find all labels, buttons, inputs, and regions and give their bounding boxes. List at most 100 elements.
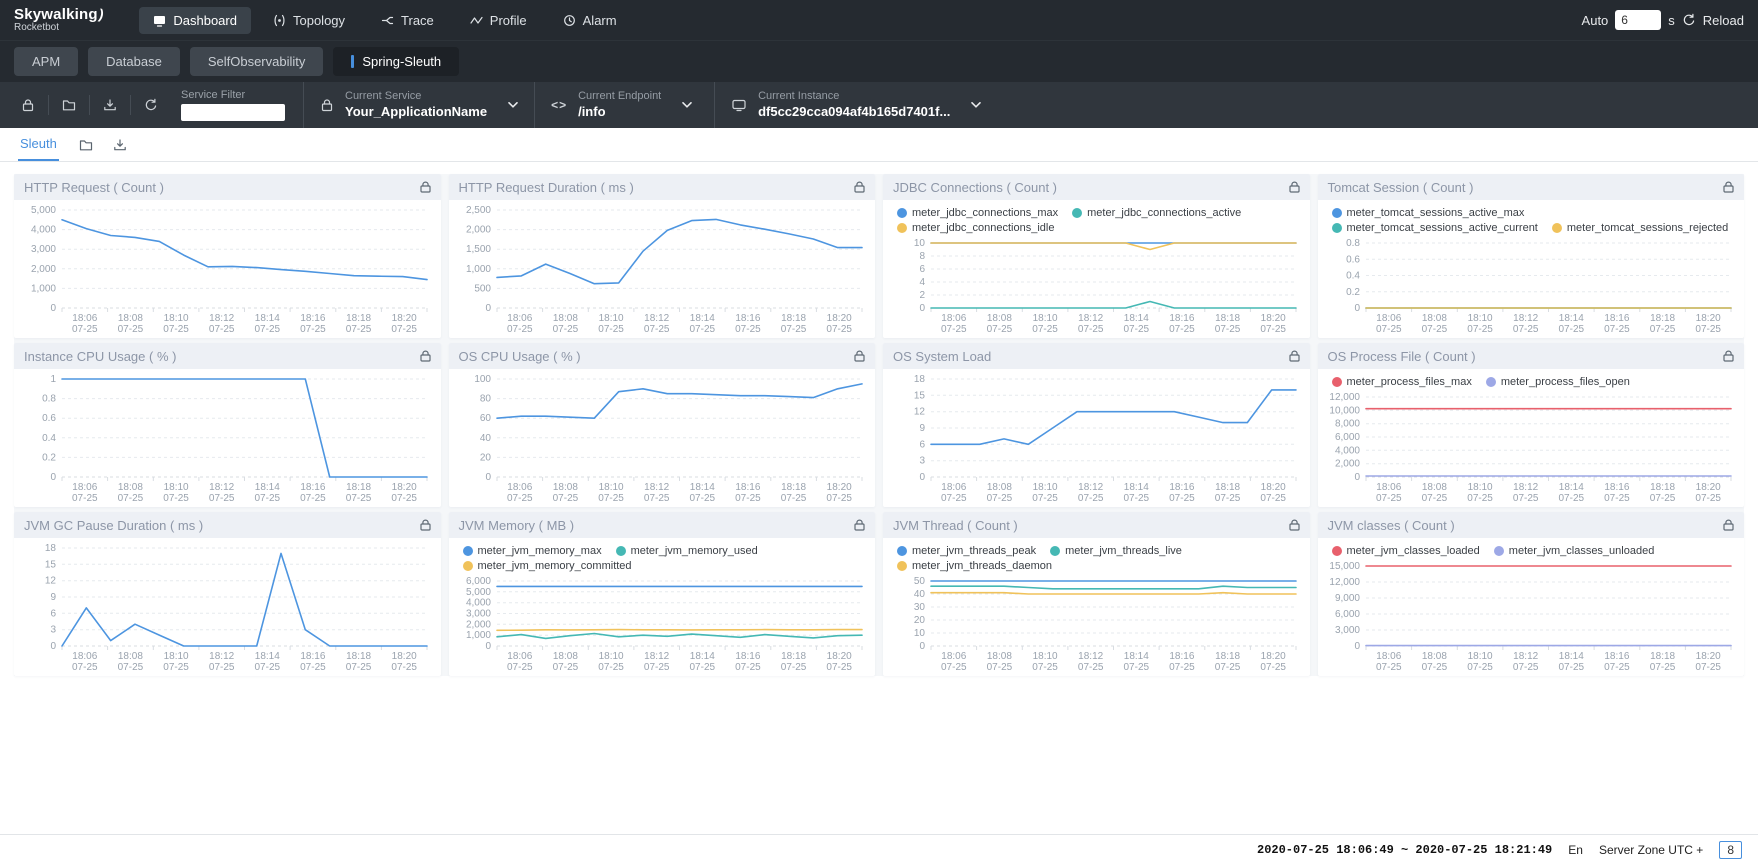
- svg-text:6,000: 6,000: [465, 576, 490, 587]
- chart-body: meter_jvm_memory_max meter_jvm_memory_use…: [449, 538, 876, 676]
- trace-icon: [381, 14, 394, 27]
- legend-item-meter-tomcat-sessions-active-current[interactable]: meter_tomcat_sessions_active_current: [1332, 222, 1538, 234]
- lock-icon[interactable]: [854, 519, 865, 531]
- legend-item-meter-jvm-classes-unloaded[interactable]: meter_jvm_classes_unloaded: [1494, 545, 1655, 557]
- selector-current-endpoint[interactable]: <> Current Endpoint /info: [534, 82, 714, 128]
- lock-icon[interactable]: [854, 350, 865, 362]
- svg-text:07-25: 07-25: [1169, 324, 1195, 335]
- svg-text:18:10: 18:10: [1033, 482, 1058, 493]
- legend-item-meter-jvm-memory-max[interactable]: meter_jvm_memory_max: [463, 545, 602, 557]
- nav-item-alarm[interactable]: Alarm: [549, 7, 631, 34]
- svg-text:0.2: 0.2: [1346, 287, 1360, 298]
- legend-label: meter_jdbc_connections_active: [1087, 207, 1241, 219]
- svg-text:07-25: 07-25: [987, 493, 1013, 504]
- svg-text:3: 3: [919, 456, 925, 467]
- download-icon[interactable]: [90, 95, 131, 115]
- legend-item-meter-jdbc-connections-idle[interactable]: meter_jdbc_connections_idle: [897, 222, 1054, 234]
- language-toggle[interactable]: En: [1568, 843, 1583, 857]
- legend-item-meter-jdbc-connections-max[interactable]: meter_jdbc_connections_max: [897, 207, 1058, 219]
- lock-icon[interactable]: [1723, 350, 1734, 362]
- svg-text:9: 9: [919, 423, 925, 434]
- dashboard-tab-spring-sleuth[interactable]: Spring-Sleuth: [333, 47, 459, 76]
- svg-text:18:16: 18:16: [1169, 482, 1194, 493]
- svg-text:07-25: 07-25: [1649, 493, 1675, 504]
- legend-item-meter-process-files-max[interactable]: meter_process_files_max: [1332, 376, 1472, 388]
- legend-dot: [463, 561, 473, 571]
- folder-icon[interactable]: [49, 95, 90, 115]
- lock-icon[interactable]: [8, 95, 49, 115]
- lock-icon[interactable]: [1289, 181, 1300, 193]
- dashboard-tab-apm[interactable]: APM: [14, 47, 78, 76]
- svg-text:18:10: 18:10: [1467, 313, 1492, 324]
- legend-item-meter-tomcat-sessions-rejected[interactable]: meter_tomcat_sessions_rejected: [1552, 222, 1728, 234]
- topology-icon: [273, 14, 286, 27]
- lock-icon[interactable]: [1289, 519, 1300, 531]
- svg-text:07-25: 07-25: [689, 324, 715, 335]
- chart-canvas: 03,0006,0009,00012,00015,00018:0607-2518…: [1320, 558, 1741, 676]
- server-zone-input[interactable]: 8: [1719, 841, 1742, 859]
- reload-button[interactable]: Reload: [1703, 13, 1744, 28]
- tab-sleuth[interactable]: Sleuth: [18, 129, 59, 161]
- svg-text:18:08: 18:08: [552, 313, 577, 324]
- legend-item-meter-tomcat-sessions-active-max[interactable]: meter_tomcat_sessions_active_max: [1332, 207, 1525, 219]
- svg-text:18:06: 18:06: [72, 313, 97, 324]
- svg-text:07-25: 07-25: [1604, 662, 1630, 673]
- svg-text:07-25: 07-25: [118, 493, 144, 504]
- legend-item-meter-jvm-memory-used[interactable]: meter_jvm_memory_used: [616, 545, 758, 557]
- lock-icon[interactable]: [1723, 181, 1734, 193]
- svg-text:07-25: 07-25: [1695, 662, 1721, 673]
- legend-item-meter-process-files-open[interactable]: meter_process_files_open: [1486, 376, 1630, 388]
- lock-icon[interactable]: [1723, 519, 1734, 531]
- nav-item-topology[interactable]: Topology: [259, 7, 359, 34]
- legend-item-meter-jvm-threads-peak[interactable]: meter_jvm_threads_peak: [897, 545, 1036, 557]
- auto-interval-input[interactable]: [1615, 10, 1661, 30]
- service-filter-group: Service Filter: [171, 82, 303, 128]
- svg-text:07-25: 07-25: [1649, 324, 1675, 335]
- svg-text:0: 0: [1354, 303, 1360, 314]
- selector-current-service[interactable]: Current Service Your_ApplicationName: [303, 82, 534, 128]
- legend-dot: [1486, 377, 1496, 387]
- svg-text:18:10: 18:10: [164, 482, 189, 493]
- reload-icon[interactable]: [1682, 13, 1696, 27]
- svg-text:18:06: 18:06: [941, 651, 966, 662]
- chart-header: OS System Load: [883, 343, 1310, 369]
- refresh-icon[interactable]: [131, 95, 171, 115]
- download-icon[interactable]: [113, 138, 127, 161]
- app-logo[interactable]: Skywalking ) Rocketbot: [14, 7, 103, 33]
- lock-icon[interactable]: [420, 350, 431, 362]
- selector-current-instance[interactable]: Current Instance df5cc29cca094af4b165d74…: [714, 82, 997, 128]
- legend-item-meter-jvm-classes-loaded[interactable]: meter_jvm_classes_loaded: [1332, 545, 1480, 557]
- svg-text:0: 0: [485, 641, 491, 652]
- svg-text:18:06: 18:06: [72, 651, 97, 662]
- legend-dot: [897, 223, 907, 233]
- svg-text:18:18: 18:18: [1215, 651, 1240, 662]
- lock-icon[interactable]: [854, 181, 865, 193]
- svg-text:07-25: 07-25: [598, 493, 624, 504]
- nav-item-dashboard[interactable]: Dashboard: [139, 7, 251, 34]
- svg-text:07-25: 07-25: [1467, 324, 1493, 335]
- chart-card-os-cpu-usage: OS CPU Usage ( % ) 02040608010018:0607-2…: [449, 343, 876, 507]
- legend-item-meter-jvm-threads-live[interactable]: meter_jvm_threads_live: [1050, 545, 1182, 557]
- service-filter-input[interactable]: [181, 104, 285, 121]
- lock-icon[interactable]: [420, 519, 431, 531]
- nav-item-trace[interactable]: Trace: [367, 7, 448, 34]
- dashboard-tab-selfobservability[interactable]: SelfObservability: [190, 47, 324, 76]
- svg-text:07-25: 07-25: [643, 324, 669, 335]
- svg-text:07-25: 07-25: [1376, 493, 1402, 504]
- dashboard-tab-database[interactable]: Database: [88, 47, 180, 76]
- svg-text:18:16: 18:16: [300, 482, 325, 493]
- legend-item-meter-jdbc-connections-active[interactable]: meter_jdbc_connections_active: [1072, 207, 1241, 219]
- svg-text:1,000: 1,000: [31, 283, 56, 294]
- svg-text:07-25: 07-25: [1124, 662, 1150, 673]
- chart-card-jdbc-connections-count: JDBC Connections ( Count ) meter_jdbc_co…: [883, 174, 1310, 338]
- svg-text:18:12: 18:12: [209, 313, 234, 324]
- lock-icon[interactable]: [1289, 350, 1300, 362]
- nav-item-profile[interactable]: Profile: [456, 7, 541, 34]
- legend-item-meter-jvm-memory-committed[interactable]: meter_jvm_memory_committed: [463, 560, 632, 572]
- chart-title: JDBC Connections ( Count ): [893, 180, 1289, 195]
- lock-icon[interactable]: [420, 181, 431, 193]
- svg-text:07-25: 07-25: [1558, 324, 1584, 335]
- folder-icon[interactable]: [79, 138, 93, 161]
- chart-canvas: 036912151818:0607-2518:0807-2518:1007-25…: [16, 540, 437, 676]
- legend-item-meter-jvm-threads-daemon[interactable]: meter_jvm_threads_daemon: [897, 560, 1052, 572]
